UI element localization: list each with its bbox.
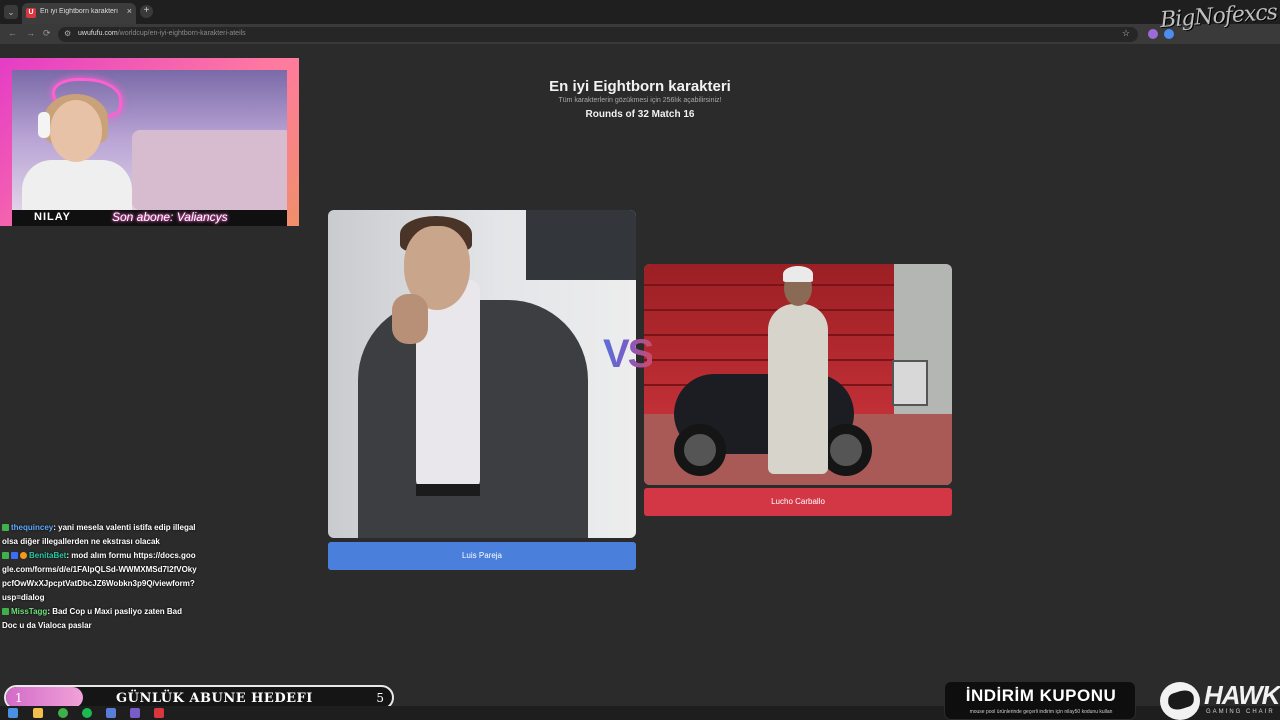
bed [132,130,287,210]
chat-message: BenitaBet: mod alım formu https://docs.g… [2,549,198,605]
site-info-icon[interactable]: ⚙ [64,29,71,38]
sub-badge-icon [11,552,18,560]
page-subtitle: Tüm karakterlerin gözükmesi için 256lık … [558,97,722,104]
sponsor-tagline: GAMING CHAIR [1206,709,1275,715]
tab-bar: ⌄ U En iyi Eightborn karakteri | Uw × + [0,0,1280,24]
browser-tab[interactable]: U En iyi Eightborn karakteri | Uw × [22,3,136,24]
app-icon[interactable] [106,708,116,718]
webcam-overlay: NILAY Son abone: Valiancys [0,58,299,226]
url-path: /worldcup/en-iyi-eightborn-karakteri-ate… [117,30,246,37]
tab-search-button[interactable]: ⌄ [4,5,18,19]
tab-close-icon[interactable]: × [127,6,132,16]
spotify-icon[interactable] [82,708,92,718]
streamer-face [50,100,102,162]
page-title: En iyi Eightborn karakteri [549,78,731,95]
chat-username[interactable]: MissTagg [11,607,47,616]
file-explorer-icon[interactable] [33,708,43,718]
forward-button[interactable]: → [26,28,35,38]
sponsor-name: HAWK [1204,680,1280,710]
shutter-slat [644,309,894,311]
coupon-subtitle: mouse pool ürünlerinde geçerli indirim i… [969,709,1113,715]
streamer-name: NILAY [34,211,71,223]
webcam-feed [12,70,287,220]
browser-toolbar: ← → ⟳ ⚙ uwufufu.com/worldcup/en-iyi-eigh… [0,24,1280,44]
address-bar[interactable]: ⚙ uwufufu.com/worldcup/en-iyi-eightborn-… [58,27,1138,42]
character-hand [392,294,428,344]
start-icon[interactable] [8,708,18,718]
sub-goal-current: 1 [15,691,23,705]
select-right-button[interactable]: Lucho Carballo [644,488,952,516]
background-wall [526,210,636,280]
reload-button[interactable]: ⟳ [43,28,51,39]
trash-bin [892,360,928,406]
chat-panel: thequincey: yani mesela valenti istifa e… [2,521,198,633]
chat-username[interactable]: thequincey [11,523,53,532]
chat-message: MissTagg: Bad Cop u Maxi pasliyo zaten B… [2,605,198,633]
vs-label: VS [603,332,654,376]
webcam-name-bar: NILAY Son abone: Valiancys [12,210,287,226]
left-candidate-image[interactable] [328,210,636,538]
bookmark-star-icon[interactable]: ☆ [1122,28,1130,39]
round-info: Rounds of 32 Match 16 [585,109,695,120]
url-host: uwufufu.com [78,30,118,37]
back-button[interactable]: ← [8,28,17,38]
app-icon[interactable] [154,708,164,718]
coupon-banner: İNDİRİM KUPONU mouse pool ürünlerinde ge… [944,681,1136,720]
favicon-icon: U [26,8,36,18]
shutter-slat [644,284,894,286]
sub-goal-target: 5 [376,691,384,705]
character-tracksuit [768,304,828,474]
tab-title: En iyi Eightborn karakteri | Uw [40,8,120,15]
new-tab-button[interactable]: + [140,5,153,18]
hawk-logo-icon [1160,682,1200,720]
right-candidate-image[interactable] [644,264,952,485]
character-cap [783,266,813,282]
discord-icon[interactable] [130,708,140,718]
last-subscriber: Son abone: Valiancys [112,210,228,224]
coupon-title: İNDİRİM KUPONU [965,686,1117,705]
url-text: uwufufu.com/worldcup/en-iyi-eightborn-ka… [78,30,246,37]
belt [416,484,480,496]
chat-message: thequincey: yani mesela valenti istifa e… [2,521,198,549]
chat-username[interactable]: BenitaBet [29,551,66,560]
sub-goal-label: GÜNLÜK ABUNE HEDEFI [116,691,313,706]
mod-badge-icon [2,524,9,532]
mod-badge-icon [2,608,9,616]
select-left-button[interactable]: Luis Pareja [328,542,636,570]
extension-icon[interactable] [1148,29,1158,39]
motorcycle-wheel [674,424,726,476]
mod-badge-icon [2,552,9,560]
chrome-icon[interactable] [58,708,68,718]
headset-icon [38,112,50,138]
bits-badge-icon [20,552,27,560]
